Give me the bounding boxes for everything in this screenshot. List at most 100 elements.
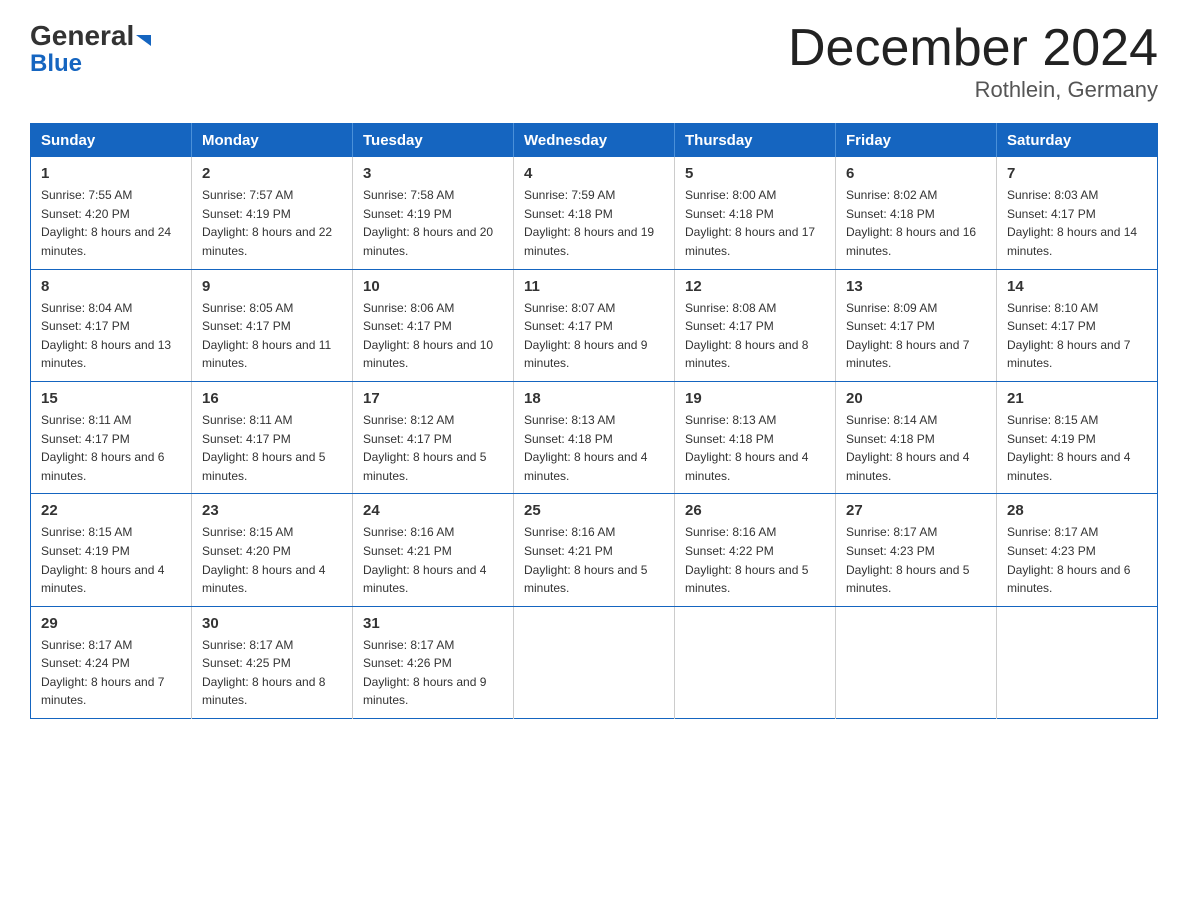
day-info: Sunrise: 8:02 AMSunset: 4:18 PMDaylight:… [846,186,986,260]
calendar-week-5: 29 Sunrise: 8:17 AMSunset: 4:24 PMDayligh… [31,606,1158,718]
day-info: Sunrise: 8:16 AMSunset: 4:21 PMDaylight:… [363,523,503,597]
day-number: 8 [41,278,181,295]
day-info: Sunrise: 8:08 AMSunset: 4:17 PMDaylight:… [685,299,825,373]
day-number: 9 [202,278,342,295]
logo-top-line: General [30,20,151,52]
calendar-cell: 10 Sunrise: 8:06 AMSunset: 4:17 PMDayligh… [353,269,514,381]
calendar-cell: 13Sunrise: 8:09 AMSunset: 4:17 PMDayligh… [836,269,997,381]
calendar-cell: 9 Sunrise: 8:05 AMSunset: 4:17 PMDaylight… [192,269,353,381]
day-info: Sunrise: 8:15 AMSunset: 4:20 PMDaylight:… [202,523,342,597]
calendar-cell: 31Sunrise: 8:17 AMSunset: 4:26 PMDayligh… [353,606,514,718]
calendar-week-3: 15 Sunrise: 8:11 AMSunset: 4:17 PMDayligh… [31,381,1158,493]
calendar-cell: 22 Sunrise: 8:15 AMSunset: 4:19 PMDayligh… [31,494,192,606]
calendar-cell: 26 Sunrise: 8:16 AMSunset: 4:22 PMDayligh… [675,494,836,606]
day-info: Sunrise: 8:12 AMSunset: 4:17 PMDaylight:… [363,411,503,485]
calendar-cell: 23 Sunrise: 8:15 AMSunset: 4:20 PMDayligh… [192,494,353,606]
weekday-header-monday: Monday [192,124,353,158]
calendar-cell: 18Sunrise: 8:13 AMSunset: 4:18 PMDayligh… [514,381,675,493]
calendar-cell: 19Sunrise: 8:13 AMSunset: 4:18 PMDayligh… [675,381,836,493]
calendar-cell: 29 Sunrise: 8:17 AMSunset: 4:24 PMDayligh… [31,606,192,718]
calendar-cell [514,606,675,718]
day-number: 4 [524,165,664,182]
calendar-cell: 21Sunrise: 8:15 AMSunset: 4:19 PMDayligh… [997,381,1158,493]
calendar-cell: 8 Sunrise: 8:04 AMSunset: 4:17 PMDaylight… [31,269,192,381]
calendar-cell: 20 Sunrise: 8:14 AMSunset: 4:18 PMDayligh… [836,381,997,493]
logo-arrow-icon [136,35,151,46]
calendar-cell: 25 Sunrise: 8:16 AMSunset: 4:21 PMDayligh… [514,494,675,606]
day-number: 27 [846,502,986,519]
day-number: 30 [202,615,342,632]
day-info: Sunrise: 7:59 AMSunset: 4:18 PMDaylight:… [524,186,664,260]
calendar-cell: 27 Sunrise: 8:17 AMSunset: 4:23 PMDayligh… [836,494,997,606]
weekday-header-tuesday: Tuesday [353,124,514,158]
day-number: 17 [363,390,503,407]
day-number: 11 [524,278,664,295]
day-number: 21 [1007,390,1147,407]
day-info: Sunrise: 8:04 AMSunset: 4:17 PMDaylight:… [41,299,181,373]
calendar-week-2: 8 Sunrise: 8:04 AMSunset: 4:17 PMDaylight… [31,269,1158,381]
day-number: 23 [202,502,342,519]
calendar-subtitle: Rothlein, Germany [788,77,1158,103]
logo-blue-text: Blue [30,50,82,78]
calendar-cell: 28Sunrise: 8:17 AMSunset: 4:23 PMDayligh… [997,494,1158,606]
calendar-cell: 3Sunrise: 7:58 AMSunset: 4:19 PMDaylight… [353,157,514,269]
calendar-cell: 1Sunrise: 7:55 AMSunset: 4:20 PMDaylight… [31,157,192,269]
day-number: 19 [685,390,825,407]
day-number: 15 [41,390,181,407]
calendar-cell [675,606,836,718]
calendar-title: December 2024 [788,20,1158,77]
calendar-cell: 11Sunrise: 8:07 AMSunset: 4:17 PMDayligh… [514,269,675,381]
day-info: Sunrise: 8:17 AMSunset: 4:24 PMDaylight:… [41,636,181,710]
calendar-cell: 24Sunrise: 8:16 AMSunset: 4:21 PMDayligh… [353,494,514,606]
calendar-table: SundayMondayTuesdayWednesdayThursdayFrid… [30,123,1158,719]
weekday-header-wednesday: Wednesday [514,124,675,158]
calendar-cell: 16 Sunrise: 8:11 AMSunset: 4:17 PMDayligh… [192,381,353,493]
day-info: Sunrise: 8:17 AMSunset: 4:25 PMDaylight:… [202,636,342,710]
day-number: 14 [1007,278,1147,295]
calendar-cell: 2Sunrise: 7:57 AMSunset: 4:19 PMDaylight… [192,157,353,269]
calendar-cell: 30 Sunrise: 8:17 AMSunset: 4:25 PMDayligh… [192,606,353,718]
day-number: 20 [846,390,986,407]
day-number: 12 [685,278,825,295]
calendar-cell [997,606,1158,718]
day-number: 6 [846,165,986,182]
weekday-header-sunday: Sunday [31,124,192,158]
day-info: Sunrise: 8:05 AMSunset: 4:17 PMDaylight:… [202,299,342,373]
calendar-cell: 12 Sunrise: 8:08 AMSunset: 4:17 PMDayligh… [675,269,836,381]
logo-general-text: General [30,20,134,51]
day-number: 28 [1007,502,1147,519]
day-info: Sunrise: 8:17 AMSunset: 4:23 PMDaylight:… [846,523,986,597]
day-number: 26 [685,502,825,519]
day-info: Sunrise: 8:14 AMSunset: 4:18 PMDaylight:… [846,411,986,485]
day-info: Sunrise: 8:00 AMSunset: 4:18 PMDaylight:… [685,186,825,260]
day-info: Sunrise: 8:03 AMSunset: 4:17 PMDaylight:… [1007,186,1147,260]
calendar-week-1: 1Sunrise: 7:55 AMSunset: 4:20 PMDaylight… [31,157,1158,269]
day-info: Sunrise: 8:06 AMSunset: 4:17 PMDaylight:… [363,299,503,373]
weekday-header-thursday: Thursday [675,124,836,158]
day-number: 10 [363,278,503,295]
weekday-header-friday: Friday [836,124,997,158]
calendar-week-4: 22 Sunrise: 8:15 AMSunset: 4:19 PMDayligh… [31,494,1158,606]
day-info: Sunrise: 8:13 AMSunset: 4:18 PMDaylight:… [524,411,664,485]
day-number: 25 [524,502,664,519]
day-number: 29 [41,615,181,632]
day-info: Sunrise: 7:55 AMSunset: 4:20 PMDaylight:… [41,186,181,260]
calendar-cell: 4 Sunrise: 7:59 AMSunset: 4:18 PMDaylight… [514,157,675,269]
day-info: Sunrise: 8:15 AMSunset: 4:19 PMDaylight:… [41,523,181,597]
day-number: 3 [363,165,503,182]
day-info: Sunrise: 8:11 AMSunset: 4:17 PMDaylight:… [41,411,181,485]
day-info: Sunrise: 7:57 AMSunset: 4:19 PMDaylight:… [202,186,342,260]
day-number: 7 [1007,165,1147,182]
day-info: Sunrise: 8:11 AMSunset: 4:17 PMDaylight:… [202,411,342,485]
calendar-cell: 7 Sunrise: 8:03 AMSunset: 4:17 PMDaylight… [997,157,1158,269]
calendar-cell: 14Sunrise: 8:10 AMSunset: 4:17 PMDayligh… [997,269,1158,381]
day-number: 22 [41,502,181,519]
logo: General Blue [30,20,151,78]
page-header: General Blue December 2024 Rothlein, Ger… [30,20,1158,103]
day-number: 5 [685,165,825,182]
day-number: 16 [202,390,342,407]
day-info: Sunrise: 8:16 AMSunset: 4:22 PMDaylight:… [685,523,825,597]
day-info: Sunrise: 8:16 AMSunset: 4:21 PMDaylight:… [524,523,664,597]
calendar-cell [836,606,997,718]
calendar-header-row: SundayMondayTuesdayWednesdayThursdayFrid… [31,124,1158,158]
